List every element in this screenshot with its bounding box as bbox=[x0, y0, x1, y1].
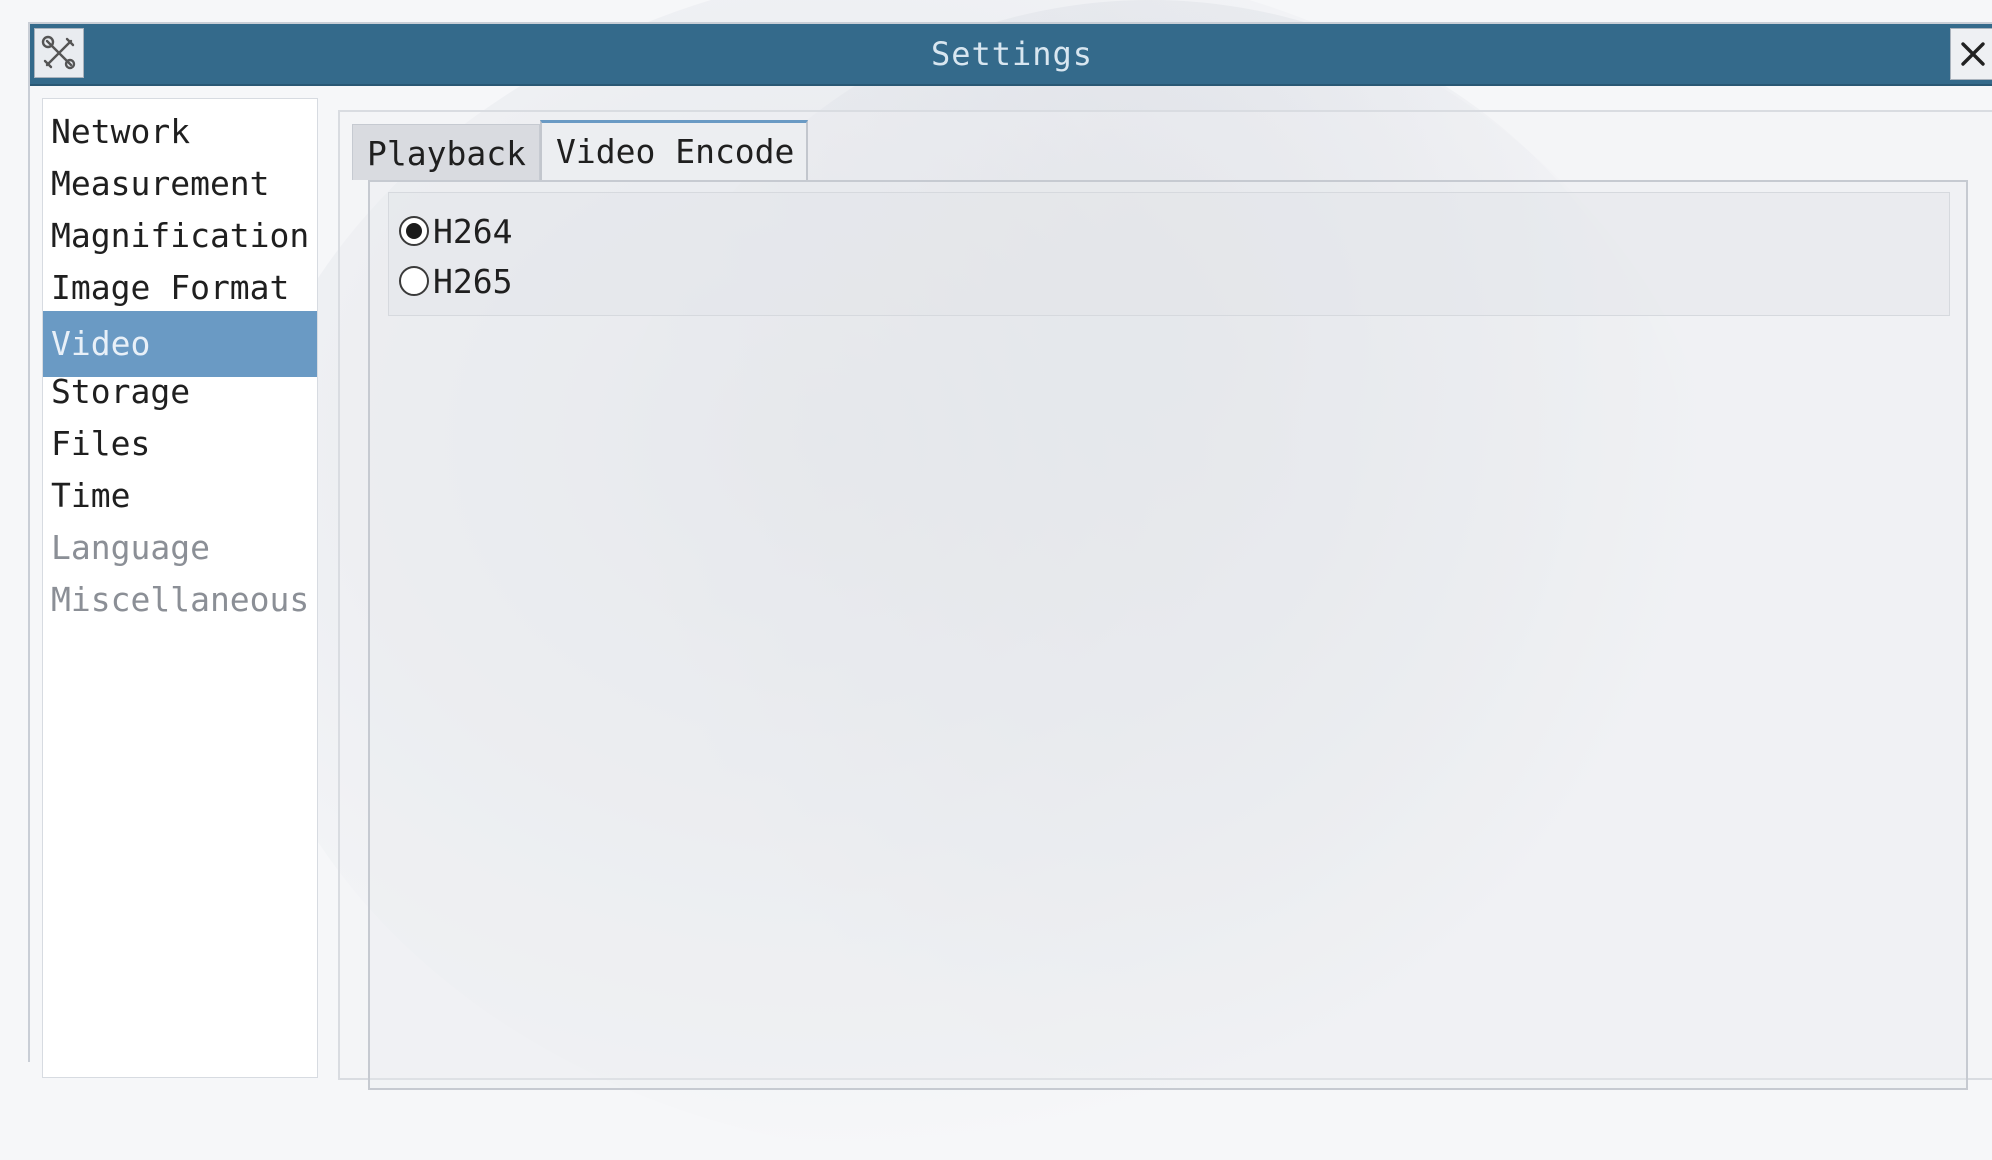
encoder-group: H264 H265 bbox=[388, 192, 1950, 316]
window-title: Settings bbox=[930, 35, 1094, 73]
radio-dot bbox=[406, 223, 422, 239]
tab-playback[interactable]: Playback bbox=[352, 124, 540, 180]
title-bar: Settings bbox=[30, 24, 1992, 86]
close-button[interactable] bbox=[1950, 28, 1992, 80]
settings-panel: Playback Video Encode H264 H265 bbox=[338, 110, 1992, 1090]
radio-h264-label: H264 bbox=[433, 211, 513, 251]
sidebar-item-miscellaneous[interactable]: Miscellaneous bbox=[43, 567, 317, 633]
close-icon bbox=[1960, 42, 1985, 66]
settings-sidebar: Network Measurement Magnification Image … bbox=[42, 98, 318, 1078]
radio-h265[interactable]: H265 bbox=[399, 259, 512, 303]
radio-button-unchecked[interactable] bbox=[399, 266, 429, 296]
settings-window: Settings Network Measurement Magnificati… bbox=[28, 22, 1992, 1090]
radio-button-checked[interactable] bbox=[399, 216, 429, 246]
radio-h264[interactable]: H264 bbox=[399, 209, 512, 253]
radio-h265-label: H265 bbox=[433, 261, 513, 301]
tab-video-encode[interactable]: Video Encode bbox=[540, 120, 808, 182]
video-encode-content: H264 H265 bbox=[368, 180, 1968, 1090]
